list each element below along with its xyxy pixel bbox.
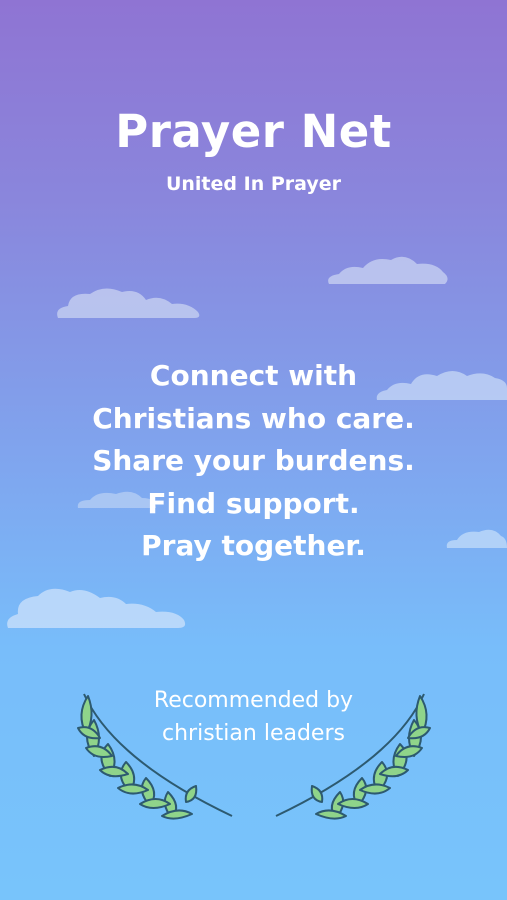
- cloud-icon: [57, 288, 200, 318]
- tagline-line: Share your burdens.: [92, 444, 415, 477]
- tagline-line: Connect with: [149, 359, 358, 392]
- recommendation-line: christian leaders: [162, 721, 345, 746]
- tagline-line: Find support.: [147, 486, 360, 520]
- tagline: Connect with Christians who care. Share …: [0, 355, 507, 568]
- cloud-icon: [7, 588, 186, 628]
- tagline-line: Christians who care.: [92, 401, 415, 435]
- recommendation-line: Recommended by: [153, 688, 354, 713]
- cloud-icon: [328, 256, 448, 284]
- app-title: Prayer Net: [115, 105, 392, 158]
- tagline-line: Pray together.: [141, 529, 366, 562]
- app-subtitle: United In Prayer: [165, 173, 342, 195]
- splash-screen: Prayer Net United In Prayer Connect with…: [0, 0, 507, 900]
- recommendation-text: Recommended by christian leaders: [0, 684, 507, 750]
